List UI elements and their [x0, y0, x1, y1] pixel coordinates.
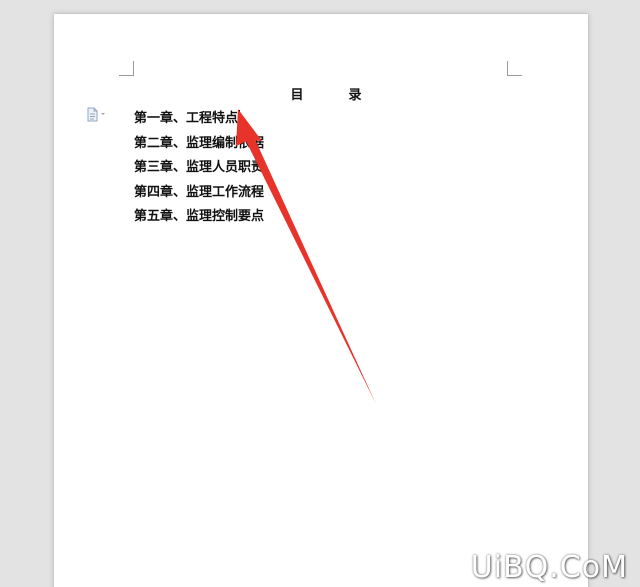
- toc-item-label: 第四章、监理工作流程: [134, 184, 265, 200]
- document-workspace: 目 录 第一章、工程特点 第二章、监理编制依据 第三章、监理人员职责 第四章、监…: [0, 0, 640, 587]
- watermark-logo: UiBQ.CoM: [470, 550, 628, 585]
- toc-item-4[interactable]: 第四章、监理工作流程: [134, 181, 264, 206]
- toc-item-5[interactable]: 第五章、监理控制要点: [134, 205, 264, 230]
- toc-list: 第一章、工程特点 第二章、监理编制依据 第三章、监理人员职责 第四章、监理工作流…: [134, 107, 264, 230]
- margin-corner-top-right: [507, 61, 522, 76]
- toc-item-label: 第三章、监理人员职责: [134, 160, 265, 175]
- toc-item-3[interactable]: 第三章、监理人员职责: [134, 156, 264, 181]
- toc-title: 目 录: [290, 88, 378, 103]
- document-page[interactable]: 目 录 第一章、工程特点 第二章、监理编制依据 第三章、监理人员职责 第四章、监…: [54, 14, 588, 587]
- paste-options-button[interactable]: [85, 107, 109, 123]
- toc-item-1[interactable]: 第一章、工程特点: [134, 107, 264, 132]
- text-cursor: [239, 110, 241, 124]
- paste-options-icon: [87, 107, 105, 122]
- toc-item-label: 第五章、监理控制要点: [134, 209, 265, 224]
- toc-item-2[interactable]: 第二章、监理编制依据: [134, 132, 264, 157]
- margin-corner-top-left: [119, 61, 134, 76]
- toc-item-label: 第二章、监理编制依据: [134, 135, 265, 151]
- toc-item-label: 第一章、工程特点: [134, 111, 239, 126]
